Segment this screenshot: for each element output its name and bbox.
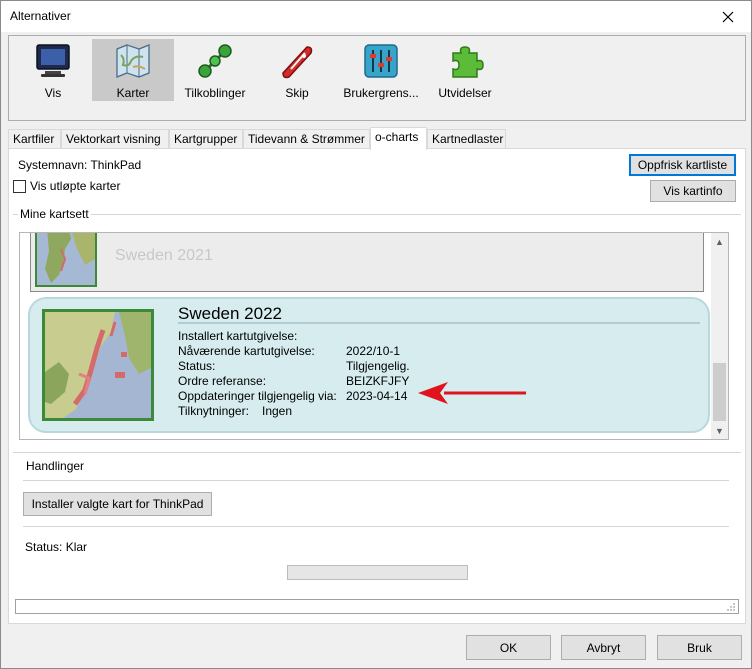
updates-available-value: 2023-04-14 [346, 389, 408, 403]
updates-available-label: Oppdateringer tilgjengelig via: [178, 389, 337, 403]
close-button[interactable] [705, 1, 751, 32]
annotation-arrow-icon [418, 382, 526, 404]
puzzle-icon [452, 46, 484, 78]
toolbar-item-label: Utvidelser [438, 86, 492, 100]
title-bar: Alternativer [1, 1, 751, 32]
tab-tidevann-stromer[interactable]: Tidevann & Strømmer [243, 129, 370, 149]
group-divider [13, 452, 741, 453]
monitor-icon [36, 44, 70, 77]
scroll-thumb[interactable] [713, 363, 726, 421]
system-name: Systemnavn: ThinkPad [18, 158, 142, 172]
category-toolbar: Vis Karter Tilkoblinger Skip Brukergrens… [8, 35, 746, 121]
toolbar-item-utvidelser[interactable]: Utvidelser [429, 39, 501, 101]
tab-o-charts[interactable]: o-charts [370, 127, 427, 150]
toolbar-item-label: Tilkoblinger [184, 86, 246, 100]
boat-icon [282, 46, 313, 79]
tab-kartgrupper[interactable]: Kartgrupper [169, 129, 243, 149]
my-chartsets-label: Mine kartsett [18, 207, 91, 221]
toolbar-item-tilkoblinger[interactable]: Tilkoblinger [179, 39, 251, 101]
current-release-label: Nåværende kartutgivelse: [178, 344, 315, 358]
o-charts-panel: Systemnavn: ThinkPad Vis utløpte karter … [8, 148, 746, 624]
scroll-up-icon[interactable]: ▲ [711, 233, 728, 250]
show-expired-label: Vis utløpte karter [30, 179, 121, 193]
toolbar-item-brukergrensesnitt[interactable]: Brukergrens... [342, 39, 420, 101]
status-text: Status: Klar [25, 540, 88, 554]
list-scrollbar[interactable]: ▲ ▼ [711, 233, 728, 439]
ok-button[interactable]: OK [466, 635, 551, 660]
order-reference-value: BEIZKFJFY [346, 374, 410, 388]
refresh-chartlist-button[interactable]: Oppfrisk kartliste [629, 154, 736, 176]
close-icon [722, 11, 734, 22]
toolbar-item-karter[interactable]: Karter [92, 39, 174, 101]
chartset-title: Sweden 2021 [115, 247, 213, 264]
card-separator [178, 322, 700, 324]
chartset-list[interactable]: Sweden 2021 Sweden 2022 Installert kartu… [19, 232, 729, 440]
group-divider [23, 526, 729, 527]
apply-button[interactable]: Bruk [657, 635, 742, 660]
show-expired-checkbox[interactable] [13, 179, 26, 193]
status-label: Status: [178, 359, 216, 373]
toolbar-item-skip[interactable]: Skip [261, 39, 333, 101]
chart-thumbnail [35, 233, 97, 287]
window-title: Alternativer [10, 9, 71, 23]
show-expired-checkbox-row[interactable]: Vis utløpte karter [13, 179, 120, 193]
chartset-card-sweden-2021[interactable]: Sweden 2021 [30, 233, 704, 292]
install-progress-bar [287, 565, 468, 580]
chartset-title: Sweden 2022 [178, 304, 282, 323]
scroll-down-icon[interactable]: ▼ [711, 422, 728, 439]
connections-icon [198, 44, 232, 78]
show-chartinfo-button[interactable]: Vis kartinfo [650, 180, 736, 202]
chart-thumbnail [42, 309, 154, 421]
group-divider [23, 480, 729, 481]
toolbar-item-label: Brukergrens... [343, 86, 419, 100]
options-dialog: Alternativer Vis Karter Tilkoblinger Ski… [0, 0, 752, 669]
links-label: Tilknytninger: [178, 404, 249, 418]
status-value: Tilgjengelig. [346, 359, 410, 373]
cancel-button[interactable]: Avbryt [561, 635, 646, 660]
map-icon [116, 44, 150, 78]
toolbar-item-label: Vis [44, 86, 62, 100]
order-reference-label: Ordre referanse: [178, 374, 267, 388]
resize-grip-icon[interactable] [726, 602, 736, 612]
toolbar-item-label: Skip [285, 86, 309, 100]
group-divider [13, 214, 741, 215]
sliders-icon [364, 44, 398, 78]
tab-kartfiler[interactable]: Kartfiler [8, 129, 61, 149]
tab-kartnedlaster[interactable]: Kartnedlaster [427, 129, 506, 149]
current-release-value: 2022/10-1 [346, 344, 401, 358]
links-value: Ingen [262, 404, 293, 418]
tab-vektorkart-visning[interactable]: Vektorkart visning [61, 129, 169, 149]
toolbar-item-vis[interactable]: Vis [15, 39, 91, 101]
toolbar-item-label: Karter [116, 86, 150, 100]
install-charts-button[interactable]: Installer valgte kart for ThinkPad [23, 492, 212, 516]
chartset-card-sweden-2022[interactable]: Sweden 2022 Installert kartutgivelse: Nå… [28, 297, 710, 433]
status-bar [15, 599, 739, 614]
actions-label: Handlinger [24, 459, 87, 473]
installed-release-label: Installert kartutgivelse: [178, 329, 298, 343]
